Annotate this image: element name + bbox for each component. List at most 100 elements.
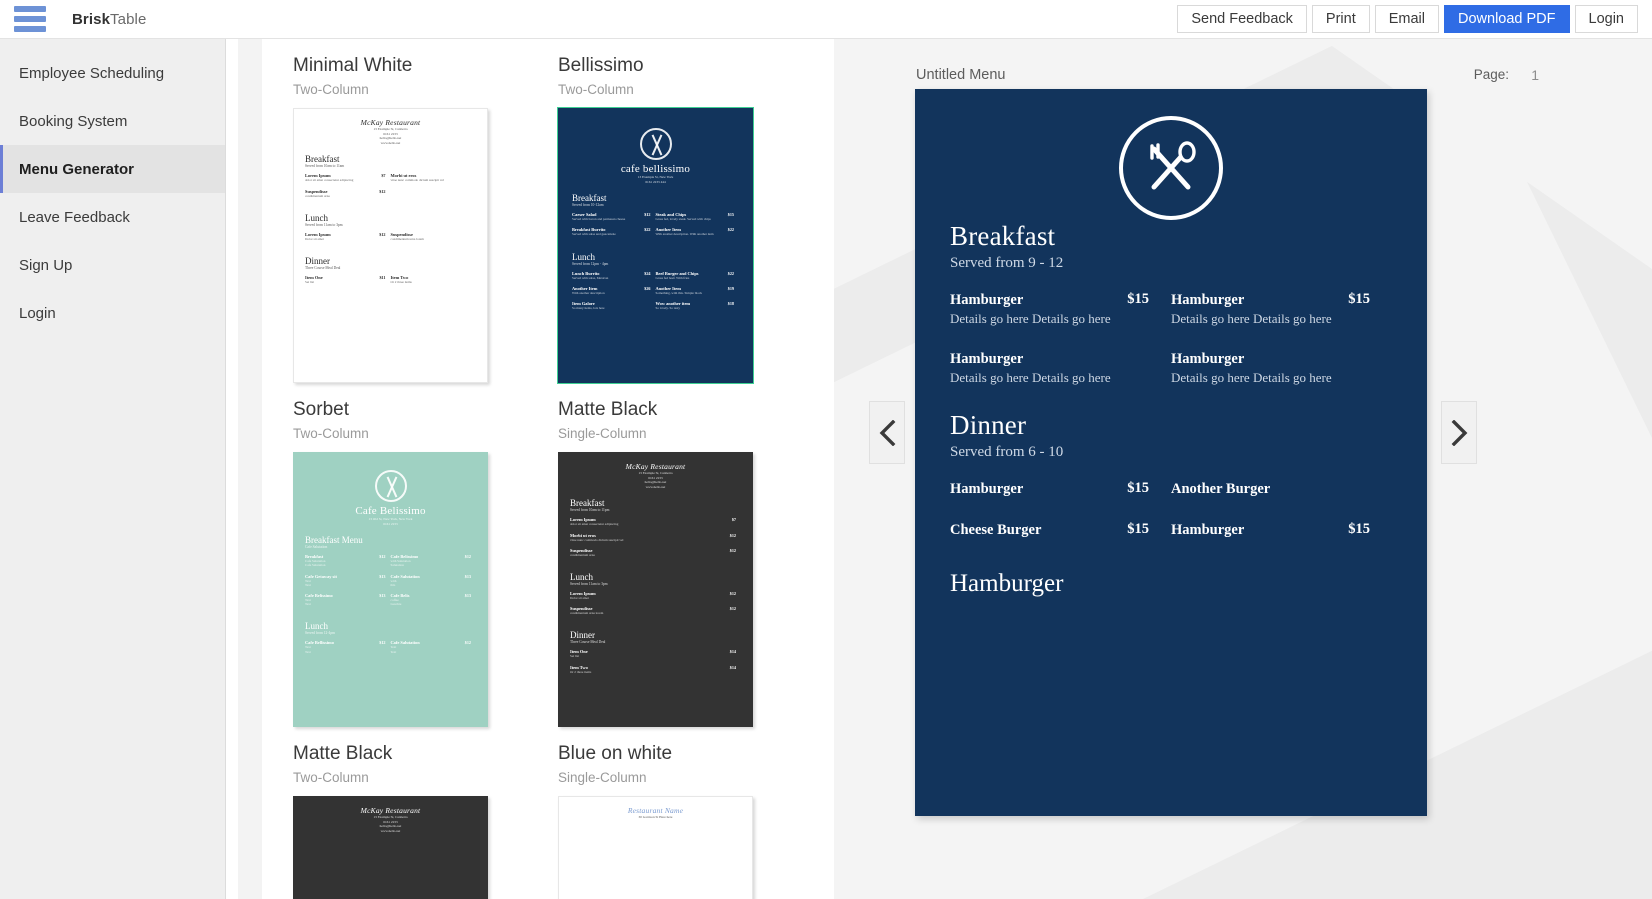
menu-item[interactable]: Hamburger Details go here Details go here <box>950 350 1171 387</box>
template-item-details: Cafe Salutation Cafe Salutation <box>305 559 326 568</box>
template-card[interactable]: Bellissimo Two-Column cafe bellissimo 13 Ex… <box>558 39 823 383</box>
menu-section-subheading: Served from 9 - 12 <box>950 255 1064 271</box>
print-button[interactable]: Print <box>1311 5 1370 33</box>
page-number[interactable]: 1 <box>1531 67 1539 83</box>
menu-item[interactable]: Hamburger Details go here Details go here… <box>1171 291 1392 328</box>
template-item-details: condimentum urna <box>570 552 595 557</box>
template-item-list: Lorem Ipsum Dolor sit amet $12 Suspendisse c… <box>570 591 741 621</box>
template-item: Another Item With another description $26 <box>572 286 656 295</box>
send-feedback-button[interactable]: Send Feedback <box>1177 5 1307 33</box>
template-item-price: $13 <box>464 573 471 579</box>
brand-name-light: Table <box>110 10 147 28</box>
template-thumbnail[interactable]: Cafe Belissimo 13 Old St, New York, New Y… <box>293 452 488 727</box>
template-section-heading: Lunch <box>570 571 593 582</box>
top-bar-actions: Send Feedback Print Email Download PDF L… <box>1172 5 1652 33</box>
template-item-details: With another description. With another i… <box>655 232 714 237</box>
menu-item[interactable]: Hamburger Details go here Details go here <box>1171 350 1392 387</box>
sidebar-item-label: Leave Feedback <box>19 208 130 226</box>
sidebar-item-label: Booking System <box>19 112 128 130</box>
template-section-heading: Breakfast <box>570 498 605 509</box>
brand-logo[interactable]: BriskTable <box>72 11 146 28</box>
template-item-details: with Salutation Salutation <box>390 559 411 568</box>
template-item-details: Something, with this. Simple block <box>655 290 703 295</box>
template-item-details: dolor sit amet consectetur adipiscing <box>305 178 354 183</box>
template-item-details: Grass fed beef. With fries <box>655 275 690 280</box>
next-page-button[interactable] <box>1441 401 1477 464</box>
template-card[interactable]: Matte Black Two-Column McKay Restaurant 13 … <box>293 727 558 899</box>
template-item: Lunch Burrito Served with salsa, Mexican $… <box>572 271 656 280</box>
template-item-details: vitae nunc commodo dictum suscipit vel <box>390 178 444 183</box>
template-section-heading: Breakfast <box>572 193 607 204</box>
menu-title[interactable]: Untitled Menu <box>916 67 1005 83</box>
menu-item[interactable]: Hamburger $15 <box>950 480 1171 499</box>
sidebar-item-leave-feedback[interactable]: Leave Feedback <box>0 193 225 241</box>
template-item: Suspendisse condimentum urna lorem <box>391 232 477 241</box>
menu-item-name: Hamburger <box>1171 292 1245 308</box>
menu-item-price: $15 <box>1348 521 1370 537</box>
template-restaurant-name: McKay Restaurant <box>360 118 421 127</box>
sidebar-item-login[interactable]: Login <box>0 289 225 337</box>
template-thumbnail[interactable]: Restaurant Name 30 Garrison St Here here <box>558 796 753 899</box>
menu-item[interactable]: Cheese Burger $15 <box>950 521 1171 540</box>
download-pdf-button[interactable]: Download PDF <box>1444 5 1570 33</box>
template-restaurant-address: 13 Example St, New York 6161 2233 444 <box>637 175 674 184</box>
previous-page-button[interactable] <box>869 401 905 464</box>
template-card-list: Minimal White Two-Column McKay Restaurant 1… <box>293 39 823 899</box>
template-section-subheading: Served from 12pm - 4pm <box>572 261 609 266</box>
template-item-details: condimentum urna lorem <box>390 236 424 241</box>
template-item: Cafe Bellissimo Text Text $12 <box>305 640 391 653</box>
template-restaurant-address: 13 Example St, Canberra 6161 2233 hello@… <box>373 127 408 145</box>
template-card[interactable]: Minimal White Two-Column McKay Restaurant 1… <box>293 39 558 383</box>
login-button[interactable]: Login <box>1574 5 1638 33</box>
menu-section-heading: Breakfast <box>950 221 1056 251</box>
template-card[interactable]: Sorbet Two-Column Cafe Belissimo 13 Old St,… <box>293 383 558 727</box>
template-item: Cafe Belissimo with Salutation Salutation… <box>391 554 477 567</box>
template-section-subheading: Three Course Meal Deal <box>570 640 606 645</box>
menu-item[interactable]: Hamburger $15 <box>1171 521 1392 540</box>
template-restaurant-name: McKay Restaurant <box>625 462 686 471</box>
template-thumbnail-content: McKay Restaurant 13 Example St, Canberra … <box>294 109 487 382</box>
sidebar-item-sign-up[interactable]: Sign Up <box>0 241 225 289</box>
template-item: Cafe Belissimo Text Text $13 <box>305 593 391 606</box>
template-thumbnail[interactable]: McKay Restaurant 13 Example St, Canberra … <box>293 108 488 383</box>
sidebar-item-menu-generator[interactable]: Menu Generator <box>0 145 225 193</box>
template-item: Morbi ut eros vitae nunc commodo dictum s… <box>391 173 477 182</box>
template-item-price: $24 <box>644 270 651 276</box>
sidebar-item-employee-scheduling[interactable]: Employee Scheduling <box>0 49 225 97</box>
menu-sections: Breakfast Served from 9 - 12 Hamburger Deta… <box>915 220 1427 562</box>
template-section-subheading: Served from 11am to 3pm <box>570 581 608 586</box>
template-restaurant-name: McKay Restaurant <box>360 806 421 815</box>
template-layout-label: Two-Column <box>558 82 634 97</box>
menu-item-name: Another Burger <box>1171 481 1271 497</box>
hamburger-icon[interactable] <box>14 6 46 32</box>
template-card[interactable]: Blue on white Single-Column Restaurant Nam… <box>558 727 823 899</box>
template-item-list: Lunch Burrito Served with salsa, Mexican $… <box>572 271 739 317</box>
template-thumbnail[interactable]: McKay Restaurant 13 Example St, Canberra … <box>558 452 753 727</box>
fork-spoon-crossed-circle-icon <box>374 470 407 502</box>
template-item: Lorem Ipsum Dolor sit amet $12 <box>570 591 741 600</box>
template-item: Caeser Salad Served with bacon and parmes… <box>572 212 656 221</box>
template-item: Wow another item So lovely. So tasty $18 <box>656 301 740 310</box>
template-section-heading: Lunch <box>305 212 328 223</box>
template-section-subheading: Served from 11am to 3pm <box>305 222 343 227</box>
template-thumbnail[interactable]: McKay Restaurant 13 Example St, Canberra … <box>293 796 488 899</box>
menu-sheet[interactable]: Breakfast Served from 9 - 12 Hamburger Deta… <box>915 89 1427 816</box>
sidebar-item-booking-system[interactable]: Booking System <box>0 97 225 145</box>
email-button[interactable]: Email <box>1374 5 1439 33</box>
template-item-price: $13 <box>464 593 471 598</box>
template-item-details: Set list <box>570 654 580 659</box>
menu-item-name: Hamburger <box>1171 522 1245 538</box>
menu-section: Dinner Served from 6 - 10 Hamburger $15 Anot… <box>950 409 1392 562</box>
template-item-price: $12 <box>729 547 736 553</box>
template-layout-label: Two-Column <box>293 770 369 785</box>
template-card[interactable]: Matte Black Single-Column McKay Restaurant… <box>558 383 823 727</box>
menu-item-details: Details go here Details go here <box>1171 370 1332 385</box>
template-section-heading: Lunch <box>572 251 595 262</box>
menu-item[interactable]: Another Burger <box>1171 480 1392 499</box>
sidebar-item-label: Employee Scheduling <box>19 64 165 82</box>
template-thumbnail[interactable]: cafe bellissimo 13 Example St, New York 6… <box>558 108 753 383</box>
template-item-details: condimentum urna lorem <box>570 611 604 616</box>
template-restaurant-address: 30 Garrison St Here here <box>638 815 673 819</box>
menu-item[interactable]: Hamburger Details go here Details go here… <box>950 291 1171 328</box>
template-name: Bellissimo <box>558 55 644 76</box>
